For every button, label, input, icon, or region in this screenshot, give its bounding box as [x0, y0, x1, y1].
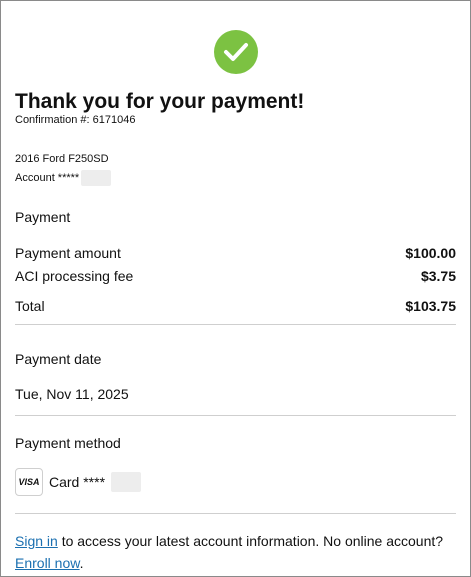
payment-method-card: VISA Card ****	[15, 468, 142, 496]
confirmation-number: Confirmation #: 6171046	[15, 114, 136, 126]
total-row: Total $103.75	[15, 298, 456, 314]
processing-fee-row: ACI processing fee $3.75	[15, 268, 456, 284]
total-label: Total	[15, 298, 45, 314]
success-check-icon	[214, 30, 258, 74]
total-value: $103.75	[405, 298, 456, 314]
footer-message: Sign in to access your latest account in…	[15, 530, 455, 574]
payment-amount-row: Payment amount $100.00	[15, 245, 456, 261]
vehicle-name: 2016 Ford F250SD	[15, 153, 109, 165]
divider	[15, 513, 456, 514]
processing-fee-value: $3.75	[420, 268, 456, 284]
account-label: Account *****	[15, 172, 80, 184]
page-title: Thank you for your payment!	[15, 90, 305, 113]
payment-method-heading: Payment method	[15, 435, 121, 451]
processing-fee-label: ACI processing fee	[15, 268, 134, 284]
footer-period: .	[79, 555, 84, 571]
account-number: Account *****	[15, 170, 112, 186]
card-label: Card ****	[49, 474, 106, 490]
payment-date-heading: Payment date	[15, 351, 102, 367]
footer-text: to access your latest account informatio…	[57, 533, 444, 549]
payment-amount-value: $100.00	[405, 245, 456, 261]
divider	[15, 324, 456, 325]
confirmation-panel: Thank you for your payment! Confirmation…	[0, 0, 471, 577]
divider	[15, 415, 456, 416]
enroll-now-link[interactable]: Enroll now	[15, 555, 80, 571]
redacted-account-digits	[81, 170, 112, 186]
sign-in-link[interactable]: Sign in	[15, 533, 58, 549]
payment-heading: Payment	[15, 209, 71, 225]
payment-date-value: Tue, Nov 11, 2025	[15, 386, 129, 402]
visa-icon: VISA	[15, 468, 43, 496]
payment-amount-label: Payment amount	[15, 245, 121, 261]
redacted-card-digits	[111, 472, 142, 492]
